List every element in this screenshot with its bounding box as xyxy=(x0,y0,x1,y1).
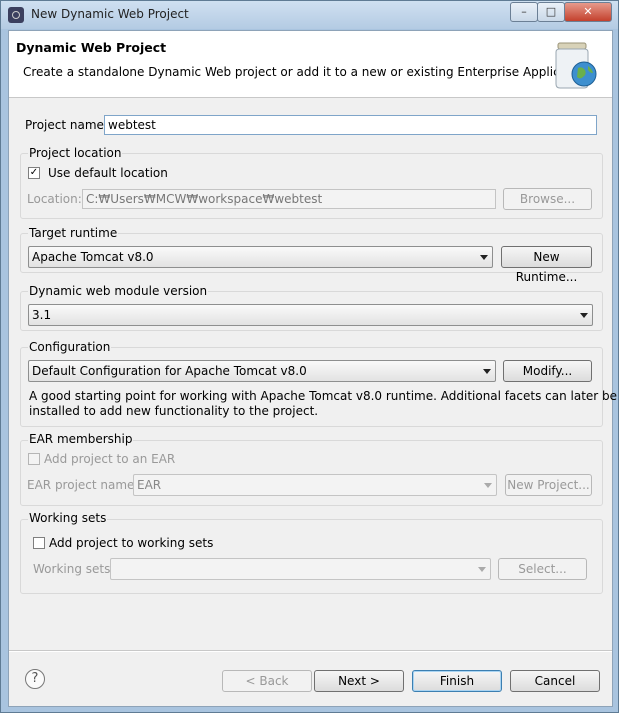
finish-button[interactable]: Finish xyxy=(412,670,502,692)
select-button[interactable]: Select... xyxy=(498,558,587,580)
chevron-down-icon xyxy=(484,483,492,488)
dialog-content: Dynamic Web Project Create a standalone … xyxy=(8,30,617,707)
ear-project-name-label: EAR project name: xyxy=(27,478,139,492)
back-button[interactable]: < Back xyxy=(222,670,312,692)
modify-button[interactable]: Modify... xyxy=(503,360,592,382)
configuration-title: Configuration xyxy=(28,340,112,354)
dialog-window: New Dynamic Web Project – □ ✕ Dynamic We… xyxy=(0,0,619,713)
use-default-location-checkbox[interactable]: ✓ xyxy=(28,167,40,179)
eclipse-icon xyxy=(8,7,24,23)
add-to-ear-label: Add project to an EAR xyxy=(44,452,176,466)
window-title: New Dynamic Web Project xyxy=(31,7,189,21)
wizard-banner: Dynamic Web Project Create a standalone … xyxy=(9,31,612,98)
configuration-description-line2: installed to add new functionality to th… xyxy=(29,404,319,418)
ear-membership-title: EAR membership xyxy=(28,432,134,446)
chevron-down-icon xyxy=(580,313,588,318)
ear-project-name-value: EAR xyxy=(137,478,162,492)
add-to-working-sets-label: Add project to working sets xyxy=(49,536,214,550)
module-version-value: 3.1 xyxy=(32,308,52,322)
module-version-select[interactable]: 3.1 xyxy=(28,304,593,326)
add-to-ear-checkbox[interactable] xyxy=(28,453,40,465)
target-runtime-value: Apache Tomcat v8.0 xyxy=(32,250,154,264)
working-sets-select[interactable] xyxy=(110,558,491,580)
configuration-value: Default Configuration for Apache Tomcat … xyxy=(32,364,307,378)
footer-divider xyxy=(9,650,612,652)
use-default-location-label: Use default location xyxy=(48,166,168,180)
working-sets-label: Working sets: xyxy=(33,562,115,576)
working-sets-title: Working sets xyxy=(28,511,108,525)
maximize-button[interactable]: □ xyxy=(537,2,565,22)
target-runtime-select[interactable]: Apache Tomcat v8.0 xyxy=(28,246,493,268)
target-runtime-title: Target runtime xyxy=(28,226,119,240)
working-sets-group xyxy=(20,519,603,594)
chevron-down-icon xyxy=(480,255,488,260)
project-name-label: Project name: xyxy=(25,118,108,132)
chevron-down-icon xyxy=(483,369,491,374)
configuration-description-line1: A good starting point for working with A… xyxy=(29,389,618,403)
module-version-title: Dynamic web module version xyxy=(28,284,209,298)
project-name-input[interactable]: webtest xyxy=(104,115,597,135)
location-input[interactable]: C:₩Users₩MCW₩workspace₩webtest xyxy=(82,189,496,209)
banner-title: Dynamic Web Project xyxy=(16,40,167,55)
close-button[interactable]: ✕ xyxy=(564,2,612,22)
browse-button[interactable]: Browse... xyxy=(503,188,592,210)
new-runtime-button[interactable]: New Runtime... xyxy=(501,246,592,284)
banner-description: Create a standalone Dynamic Web project … xyxy=(23,65,594,79)
next-button[interactable]: Next > xyxy=(314,670,404,692)
title-bar: New Dynamic Web Project – □ ✕ xyxy=(1,1,618,29)
new-project-button[interactable]: New Project... xyxy=(505,474,592,496)
ear-project-name-select[interactable]: EAR xyxy=(133,474,497,496)
chevron-down-icon xyxy=(478,567,486,572)
project-location-title: Project location xyxy=(28,146,123,160)
minimize-button[interactable]: – xyxy=(510,2,538,22)
add-to-working-sets-checkbox[interactable] xyxy=(33,537,45,549)
location-label: Location: xyxy=(27,192,82,206)
cancel-button[interactable]: Cancel xyxy=(510,670,600,692)
help-icon[interactable]: ? xyxy=(25,669,45,689)
configuration-select[interactable]: Default Configuration for Apache Tomcat … xyxy=(28,360,496,382)
ear-membership-group xyxy=(20,440,603,506)
jar-globe-icon xyxy=(555,42,597,89)
